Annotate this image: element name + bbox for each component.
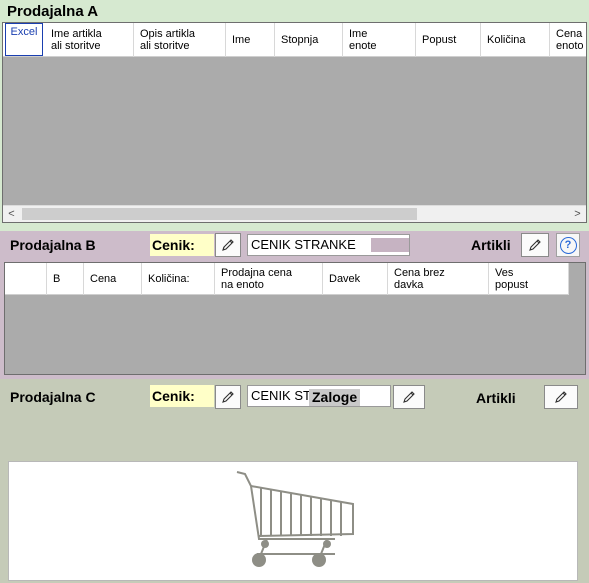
column-header-prodajna-cena[interactable]: Prodajna cena na enoto [215, 263, 323, 295]
zaloge-edit-button[interactable] [393, 385, 425, 409]
cart-area[interactable] [8, 461, 578, 581]
column-header-cena-na-enoto[interactable]: Cena n enoto [550, 23, 586, 57]
excel-button[interactable]: Excel [5, 23, 43, 56]
column-header-select[interactable] [5, 263, 47, 295]
panel-prodajalna-b: Prodajalna B Cenik: CENIK STRANKE Artikl… [0, 231, 589, 379]
cenik-selection-highlight [371, 238, 409, 252]
horizontal-scrollbar[interactable]: < > [3, 205, 586, 222]
cenik-value-c: CENIK ST [251, 388, 311, 403]
artikli-label-c: Artikli [476, 390, 516, 406]
column-header-popust[interactable]: Popust [416, 23, 481, 57]
pencil-icon [222, 239, 234, 251]
help-button[interactable]: ? [556, 233, 580, 257]
column-header-kolicina[interactable]: Količina [481, 23, 550, 57]
panel-a-title: Prodajalna A [7, 3, 99, 20]
pencil-icon [529, 239, 541, 251]
grid-b-header: B Cena Količina: Prodajna cena na enoto … [5, 263, 569, 295]
pencil-icon [403, 391, 415, 403]
column-header-ime-artikla[interactable]: Ime artikla ali storitve [45, 23, 134, 57]
panel-c-title: Prodajalna C [10, 389, 96, 405]
column-header-opis-artikla[interactable]: Opis artikla ali storitve [134, 23, 226, 57]
column-header-ves-popust[interactable]: Ves popust [489, 263, 569, 295]
scroll-thumb[interactable] [22, 208, 417, 220]
panel-prodajalna-c: Prodajalna C Cenik: CENIK ST Zaloge Arti… [0, 379, 589, 583]
column-header-cena-brez-davka[interactable]: Cena brez davka [388, 263, 489, 295]
column-header-stopnja[interactable]: Stopnja [275, 23, 343, 57]
cenik-value-b: CENIK STRANKE [251, 237, 356, 252]
scroll-right-button[interactable]: > [569, 206, 586, 222]
column-header-davek[interactable]: Davek [323, 263, 388, 295]
column-header-cena[interactable]: Cena [84, 263, 142, 295]
shopping-cart-icon [236, 471, 354, 567]
zaloge-label: Zaloge [309, 389, 361, 406]
grid-a[interactable]: Excel Ime artikla ali storitve Opis arti… [2, 22, 587, 223]
panel-prodajalna-a: Prodajalna A Excel Ime artikla ali stori… [0, 0, 589, 231]
artikli-edit-button-c[interactable] [544, 385, 578, 409]
panel-b-title: Prodajalna B [10, 237, 96, 253]
pencil-icon [555, 391, 567, 403]
cenik-edit-button-c[interactable] [215, 385, 241, 409]
grid-a-header: Excel Ime artikla ali storitve Opis arti… [3, 23, 586, 57]
artikli-edit-button-b[interactable] [521, 233, 549, 257]
column-header-ime[interactable]: Ime [226, 23, 275, 57]
cenik-label-b: Cenik: [150, 234, 214, 256]
cenik-label-c: Cenik: [150, 385, 214, 407]
column-header-ime-enote[interactable]: Ime enote [343, 23, 416, 57]
cenik-edit-button-b[interactable] [215, 233, 241, 257]
artikli-label-b: Artikli [471, 237, 511, 253]
column-header-b[interactable]: B [47, 263, 84, 295]
column-header-kolicina-b[interactable]: Količina: [142, 263, 215, 295]
grid-b[interactable]: B Cena Količina: Prodajna cena na enoto … [4, 262, 586, 375]
scroll-left-button[interactable]: < [3, 206, 20, 222]
pencil-icon [222, 391, 234, 403]
cenik-field-b[interactable]: CENIK STRANKE [247, 234, 410, 256]
help-icon: ? [559, 236, 577, 254]
